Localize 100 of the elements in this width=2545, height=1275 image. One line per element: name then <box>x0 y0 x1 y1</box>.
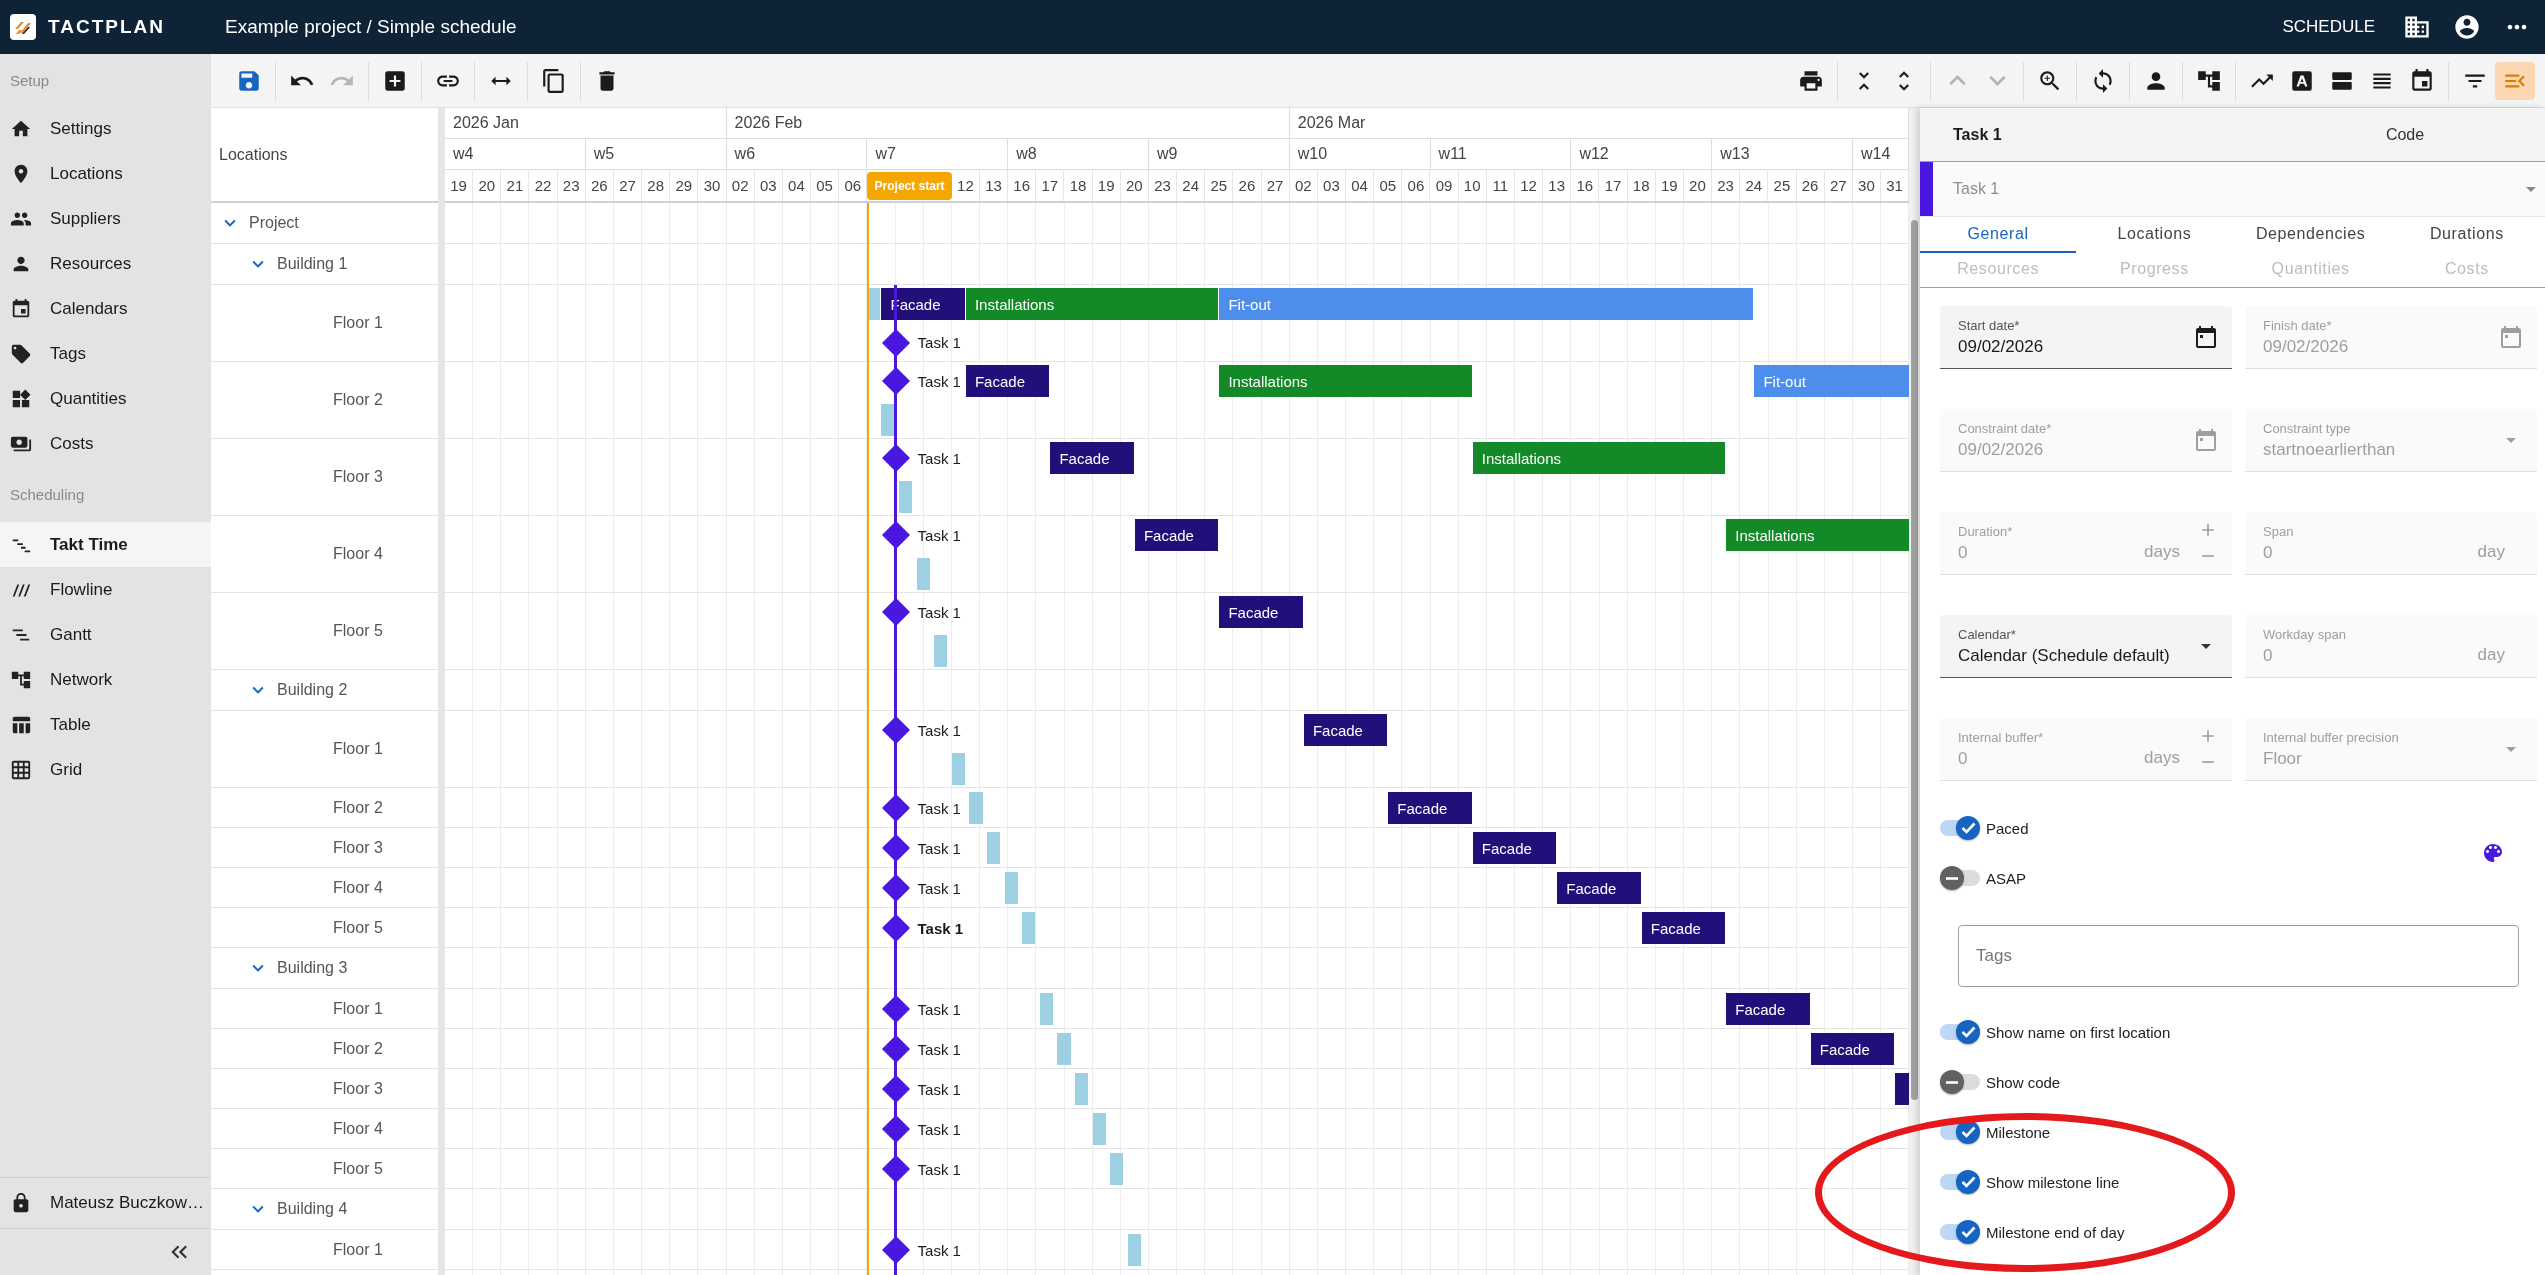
toggle-switch[interactable] <box>1940 1020 1980 1044</box>
task-bar[interactable]: Installations <box>1472 442 1726 474</box>
task-bar[interactable]: Facade <box>1641 912 1726 944</box>
milestone-label: Task 1 <box>917 839 961 857</box>
task-bar[interactable] <box>881 403 895 436</box>
milestone-diamond[interactable] <box>881 1035 910 1063</box>
milestone-diamond[interactable] <box>881 794 910 822</box>
sidebar-item[interactable]: Costs <box>0 421 211 466</box>
sidebar-item[interactable]: Table <box>0 702 211 747</box>
toggle-switch[interactable] <box>1940 1120 1980 1144</box>
milestone-diamond[interactable] <box>881 1155 910 1183</box>
calendar-icon <box>2409 67 2435 94</box>
sidebar-item[interactable]: Settings <box>0 106 211 151</box>
month-label: 2026 Mar <box>1297 114 1366 132</box>
minus-icon <box>1945 1080 1959 1084</box>
day-label: 27 <box>1266 177 1284 194</box>
check-icon <box>1960 822 1976 834</box>
task-bar[interactable]: Facade <box>1557 872 1641 904</box>
task-bar[interactable]: Facade <box>1134 519 1219 551</box>
milestone-label: Task 1 <box>917 334 961 351</box>
milestone-diamond[interactable] <box>881 716 910 744</box>
task-bar[interactable]: Installations <box>1726 519 1909 551</box>
task-bar[interactable]: Installations <box>965 288 1219 320</box>
milestone-label: Task 1 <box>917 526 961 544</box>
milestone-diamond[interactable] <box>881 367 910 395</box>
day-label: 16 <box>1576 177 1594 194</box>
day-label: 05 <box>816 177 833 194</box>
milestone-diamond[interactable] <box>881 444 910 472</box>
task-bar[interactable]: Facade <box>1726 993 1810 1025</box>
task-bar[interactable]: Facade <box>1472 832 1557 864</box>
toggle-switch[interactable] <box>1940 1070 1980 1094</box>
palette-icon[interactable] <box>2481 841 2505 865</box>
milestone-label: Task 1 <box>917 919 964 937</box>
user-item[interactable]: Mateusz Buczkow… <box>0 1177 211 1228</box>
task-bar[interactable]: Facade <box>1303 714 1388 746</box>
toggle-switch[interactable] <box>1940 866 1980 890</box>
toggle-label: Paced <box>1986 819 2029 837</box>
sidebar-item[interactable]: Resources <box>0 241 211 286</box>
tab[interactable]: Dependencies <box>2232 217 2389 253</box>
tags-field[interactable]: Tags <box>1958 925 2519 987</box>
task-bar[interactable]: Facade <box>1219 596 1303 628</box>
day-label: 25 <box>1773 177 1791 194</box>
select-field[interactable]: Calendar* Calendar (Schedule default) <box>1940 615 2232 678</box>
task-bar[interactable]: Facade <box>1050 442 1134 474</box>
date-field[interactable]: Start date* 09/02/2026 <box>1940 306 2232 369</box>
location-name: Floor 5 <box>333 918 383 937</box>
day-label: 12 <box>957 177 974 194</box>
sidebar-item[interactable]: Flowline <box>0 567 211 612</box>
milestone-diamond[interactable] <box>881 521 910 549</box>
milestone-diamond[interactable] <box>881 874 910 902</box>
sidebar-item[interactable]: Calendars <box>0 286 211 331</box>
day-label: 17 <box>1041 177 1059 194</box>
tab[interactable]: General <box>1920 217 2077 253</box>
section-label[interactable]: SCHEDULE <box>2282 17 2375 37</box>
task-bar[interactable]: Facade <box>1388 792 1472 824</box>
toggle-switch[interactable] <box>1940 816 1980 840</box>
milestone-diamond[interactable] <box>881 834 910 862</box>
milestone-diamond[interactable] <box>881 598 910 626</box>
day-label: 06 <box>1407 177 1425 194</box>
day-label: 19 <box>1660 177 1678 194</box>
sidebar-item[interactable]: Locations <box>0 151 211 196</box>
day-label: 23 <box>562 177 580 194</box>
task-bar[interactable]: Installations <box>1219 365 1472 397</box>
milestone-diamond[interactable] <box>881 328 910 357</box>
milestone-diamond[interactable] <box>881 914 910 942</box>
sidebar-item[interactable]: Network <box>0 657 211 702</box>
sidebar-item[interactable]: Takt Time <box>0 522 211 567</box>
day-label: 16 <box>1013 177 1031 194</box>
sidebar-item[interactable]: Suppliers <box>0 196 211 241</box>
task-bar[interactable]: Facade <box>881 288 965 320</box>
milestone-label: Task 1 <box>917 372 961 390</box>
location-name: Floor 3 <box>333 1079 383 1098</box>
day-label: 23 <box>1154 177 1171 194</box>
sidebar-item[interactable]: Grid <box>0 747 211 792</box>
toggle-label: Milestone <box>1986 1123 2051 1141</box>
tab[interactable]: Durations <box>2388 217 2545 253</box>
day-label: 29 <box>675 177 693 194</box>
task-bar[interactable]: Facade <box>1810 1033 1895 1065</box>
day-label: 20 <box>1689 177 1706 194</box>
tab[interactable]: Locations <box>2076 217 2233 253</box>
milestone-diamond[interactable] <box>881 1075 910 1103</box>
milestone-diamond[interactable] <box>881 1236 910 1264</box>
sidebar-item[interactable]: Tags <box>0 331 211 376</box>
toggle-switch[interactable] <box>1940 1220 1980 1244</box>
day-label: 10 <box>1463 177 1481 194</box>
account-icon[interactable] <box>2453 13 2481 41</box>
sidebar-item[interactable]: Quantities <box>0 376 211 421</box>
week-label: w14 <box>1860 145 1891 163</box>
location-name: Project <box>249 214 299 232</box>
toggle-switch[interactable] <box>1940 1170 1980 1194</box>
location-name: Floor 4 <box>333 545 383 563</box>
milestone-diamond[interactable] <box>881 1115 910 1143</box>
milestone-label: Task 1 <box>917 1080 961 1098</box>
sidebar-item[interactable]: Gantt <box>0 612 211 657</box>
milestone-diamond[interactable] <box>881 995 910 1023</box>
week-label: w5 <box>593 145 615 163</box>
task-bar[interactable]: Facade <box>965 365 1050 397</box>
scrollbar-thumb[interactable] <box>1911 220 1918 1100</box>
day-label: 13 <box>1548 177 1565 194</box>
calendar-icon[interactable] <box>2194 325 2218 349</box>
